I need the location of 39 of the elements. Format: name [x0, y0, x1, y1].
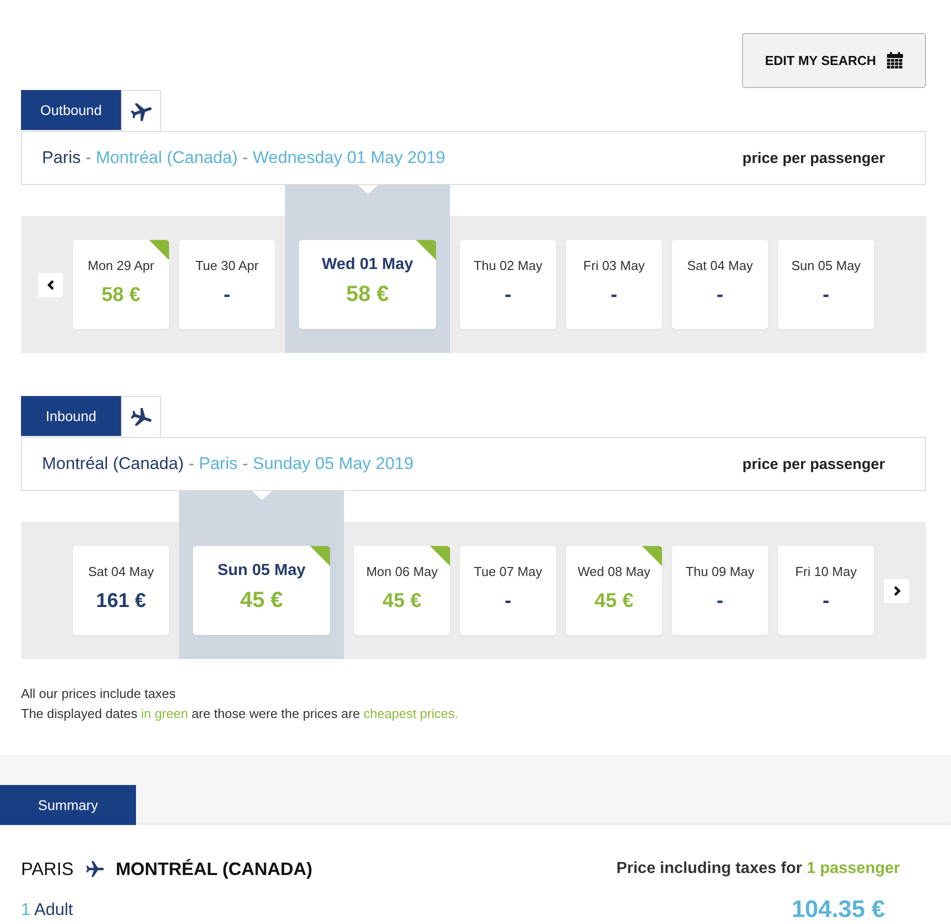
day-card[interactable]: Mon 29 Apr 58 € [73, 240, 169, 329]
day-card[interactable]: Fri 03 May - [566, 240, 662, 329]
day-card[interactable]: Sat 04 May - [672, 240, 768, 329]
day-card[interactable]: Tue 07 May - [460, 546, 556, 635]
calendar-icon [887, 52, 903, 69]
day-card[interactable]: Mon 06 May 45 € [354, 546, 450, 635]
leg-title: Inbound [21, 396, 121, 436]
day-card[interactable]: Thu 02 May - [460, 240, 556, 329]
plane-icon [86, 861, 104, 877]
route-title: Paris - Montréal (Canada) - Wednesday 01 May 2019 [42, 148, 446, 168]
destination-city: MONTRÉAL (CANADA) [116, 858, 312, 880]
summary-title: Summary [0, 785, 136, 825]
day-card[interactable]: Wed 01 May 58 € [299, 240, 436, 329]
origin-city: PARIS [21, 858, 74, 880]
route-title: Montréal (Canada) - Paris - Sunday 05 May 2019 [42, 454, 414, 474]
plane-icon [130, 102, 152, 120]
price-label: price per passenger [742, 150, 885, 166]
chevron-right-icon [892, 586, 900, 596]
price-note: All our prices include taxes [21, 685, 176, 703]
price-label: price per passenger [742, 456, 885, 472]
day-card[interactable]: Fri 10 May - [778, 546, 874, 635]
price-caption: Price including taxes for 1 passenger [616, 859, 900, 879]
leg-title: Outbound [21, 90, 121, 130]
day-card[interactable]: Tue 30 Apr - [179, 240, 275, 329]
total-price: 104.35 € [792, 898, 885, 922]
day-card[interactable]: Wed 08 May 45 € [566, 546, 662, 635]
price-note: The displayed dates in green are those were the prices are cheapest prices. [21, 705, 458, 723]
pointer-icon [252, 491, 272, 500]
chevron-left-icon [46, 280, 54, 290]
day-card[interactable]: Sat 04 May 161 € [73, 546, 169, 635]
day-card[interactable]: Sun 05 May - [778, 240, 874, 329]
previous-button[interactable] [38, 272, 63, 296]
pointer-icon [358, 185, 378, 194]
next-button[interactable] [884, 578, 909, 602]
plane-icon [130, 408, 152, 426]
edit-search-button[interactable]: EDIT MY SEARCH [742, 33, 926, 88]
day-card[interactable]: Sun 05 May 45 € [193, 546, 330, 635]
passenger-count: 1 Adult [21, 899, 74, 921]
day-card[interactable]: Thu 09 May - [672, 546, 768, 635]
